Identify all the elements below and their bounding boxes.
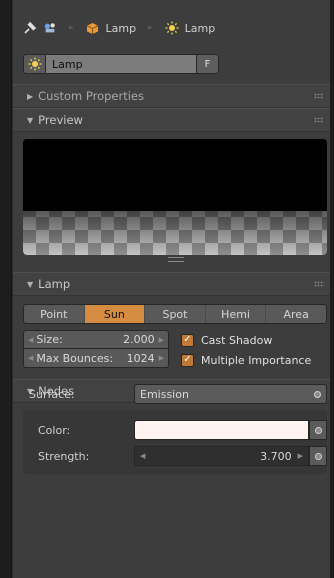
lamp-type-point[interactable]: Point: [24, 305, 85, 323]
properties-editor: ▸ Lamp ▸ Lamp Lamp F ▶ Custom Properties…: [13, 0, 330, 578]
surface-shader-dropdown[interactable]: Emission: [134, 384, 327, 404]
panel-header-lamp[interactable]: ▼ Lamp: [13, 272, 330, 296]
socket-icon: [314, 452, 322, 460]
color-label: Color:: [38, 424, 71, 437]
lamp-type-area[interactable]: Area: [266, 305, 326, 323]
color-socket-button[interactable]: [309, 420, 327, 440]
surface-label: Surface:: [29, 388, 75, 401]
preview-resize-handle[interactable]: [168, 257, 184, 262]
region-edge-right: [330, 0, 334, 578]
panel-header-preview[interactable]: ▼ Preview: [13, 108, 330, 132]
max-bounces-value: 1024: [126, 351, 155, 365]
panel-title: Lamp: [38, 277, 71, 291]
lamp-datablock-selector: Lamp F: [23, 54, 219, 74]
strength-socket-button[interactable]: [309, 446, 327, 466]
emission-color-swatch[interactable]: [134, 420, 309, 440]
lamp-type-sun[interactable]: Sun: [84, 305, 146, 323]
drag-grip-icon[interactable]: [314, 281, 324, 287]
breadcrumb-label: Lamp: [184, 21, 216, 35]
panel-title: Custom Properties: [38, 89, 144, 103]
panel-header-custom-properties[interactable]: ▶ Custom Properties: [13, 84, 330, 108]
max-bounces-field[interactable]: ◀ Max Bounces: 1024 ▶: [23, 349, 169, 368]
panel-title: Preview: [38, 113, 83, 127]
fake-user-button[interactable]: F: [197, 54, 219, 74]
lamp-type-selector: Point Sun Spot Hemi Area: [23, 304, 327, 324]
surface-shader-value: Emission: [140, 387, 189, 401]
multiple-importance-toggle[interactable]: ✓ Multiple Importance: [181, 351, 311, 369]
expanded-triangle-icon: ▼: [27, 115, 34, 125]
lamp-preview-render: [23, 139, 327, 255]
sun-lamp-icon: [165, 21, 179, 35]
cast-shadow-toggle[interactable]: ✓ Cast Shadow: [181, 331, 272, 349]
breadcrumb-label: Lamp: [105, 21, 137, 35]
increment-arrow-icon[interactable]: ▶: [159, 354, 164, 362]
multiple-importance-label: Multiple Importance: [201, 353, 312, 367]
size-field[interactable]: ◀ Size: 2.000 ▶: [23, 330, 169, 349]
scene-icon: [43, 21, 57, 35]
datablock-name-field[interactable]: Lamp: [45, 54, 197, 74]
strength-field[interactable]: ◀ 3.700 ▶: [134, 446, 309, 466]
size-label: Size:: [36, 333, 63, 346]
context-breadcrumb: ▸ Lamp ▸ Lamp: [13, 10, 330, 46]
lamp-type-spot[interactable]: Spot: [145, 305, 206, 323]
cast-shadow-label: Cast Shadow: [201, 333, 273, 347]
expanded-triangle-icon: ▼: [27, 279, 34, 289]
socket-icon: [314, 426, 322, 434]
datablock-browse-button[interactable]: [23, 54, 45, 74]
breadcrumb-item-lamp-data: Lamp: [165, 21, 216, 35]
drag-grip-icon[interactable]: [314, 117, 324, 123]
pin-icon[interactable]: [23, 21, 37, 35]
socket-icon[interactable]: [314, 390, 321, 398]
strength-label: Strength:: [38, 450, 90, 463]
lamp-object-icon: [86, 21, 100, 35]
breadcrumb-item-object: Lamp: [86, 21, 137, 35]
breadcrumb-separator: ▸: [69, 23, 74, 33]
checkbox-checked-icon[interactable]: ✓: [181, 333, 194, 347]
sun-lamp-icon: [28, 57, 41, 71]
lamp-type-hemi[interactable]: Hemi: [206, 305, 267, 323]
breadcrumb-separator: ▸: [148, 23, 153, 33]
drag-grip-icon[interactable]: [314, 93, 324, 99]
collapsed-triangle-icon: ▶: [27, 91, 34, 101]
increment-arrow-icon[interactable]: ▶: [298, 452, 303, 460]
region-edge-left: [0, 0, 12, 578]
max-bounces-label: Max Bounces:: [36, 351, 114, 365]
increment-arrow-icon[interactable]: ▶: [159, 336, 164, 344]
size-value: 2.000: [123, 333, 155, 346]
strength-value: 3.700: [260, 449, 292, 463]
checkbox-checked-icon[interactable]: ✓: [181, 353, 194, 367]
